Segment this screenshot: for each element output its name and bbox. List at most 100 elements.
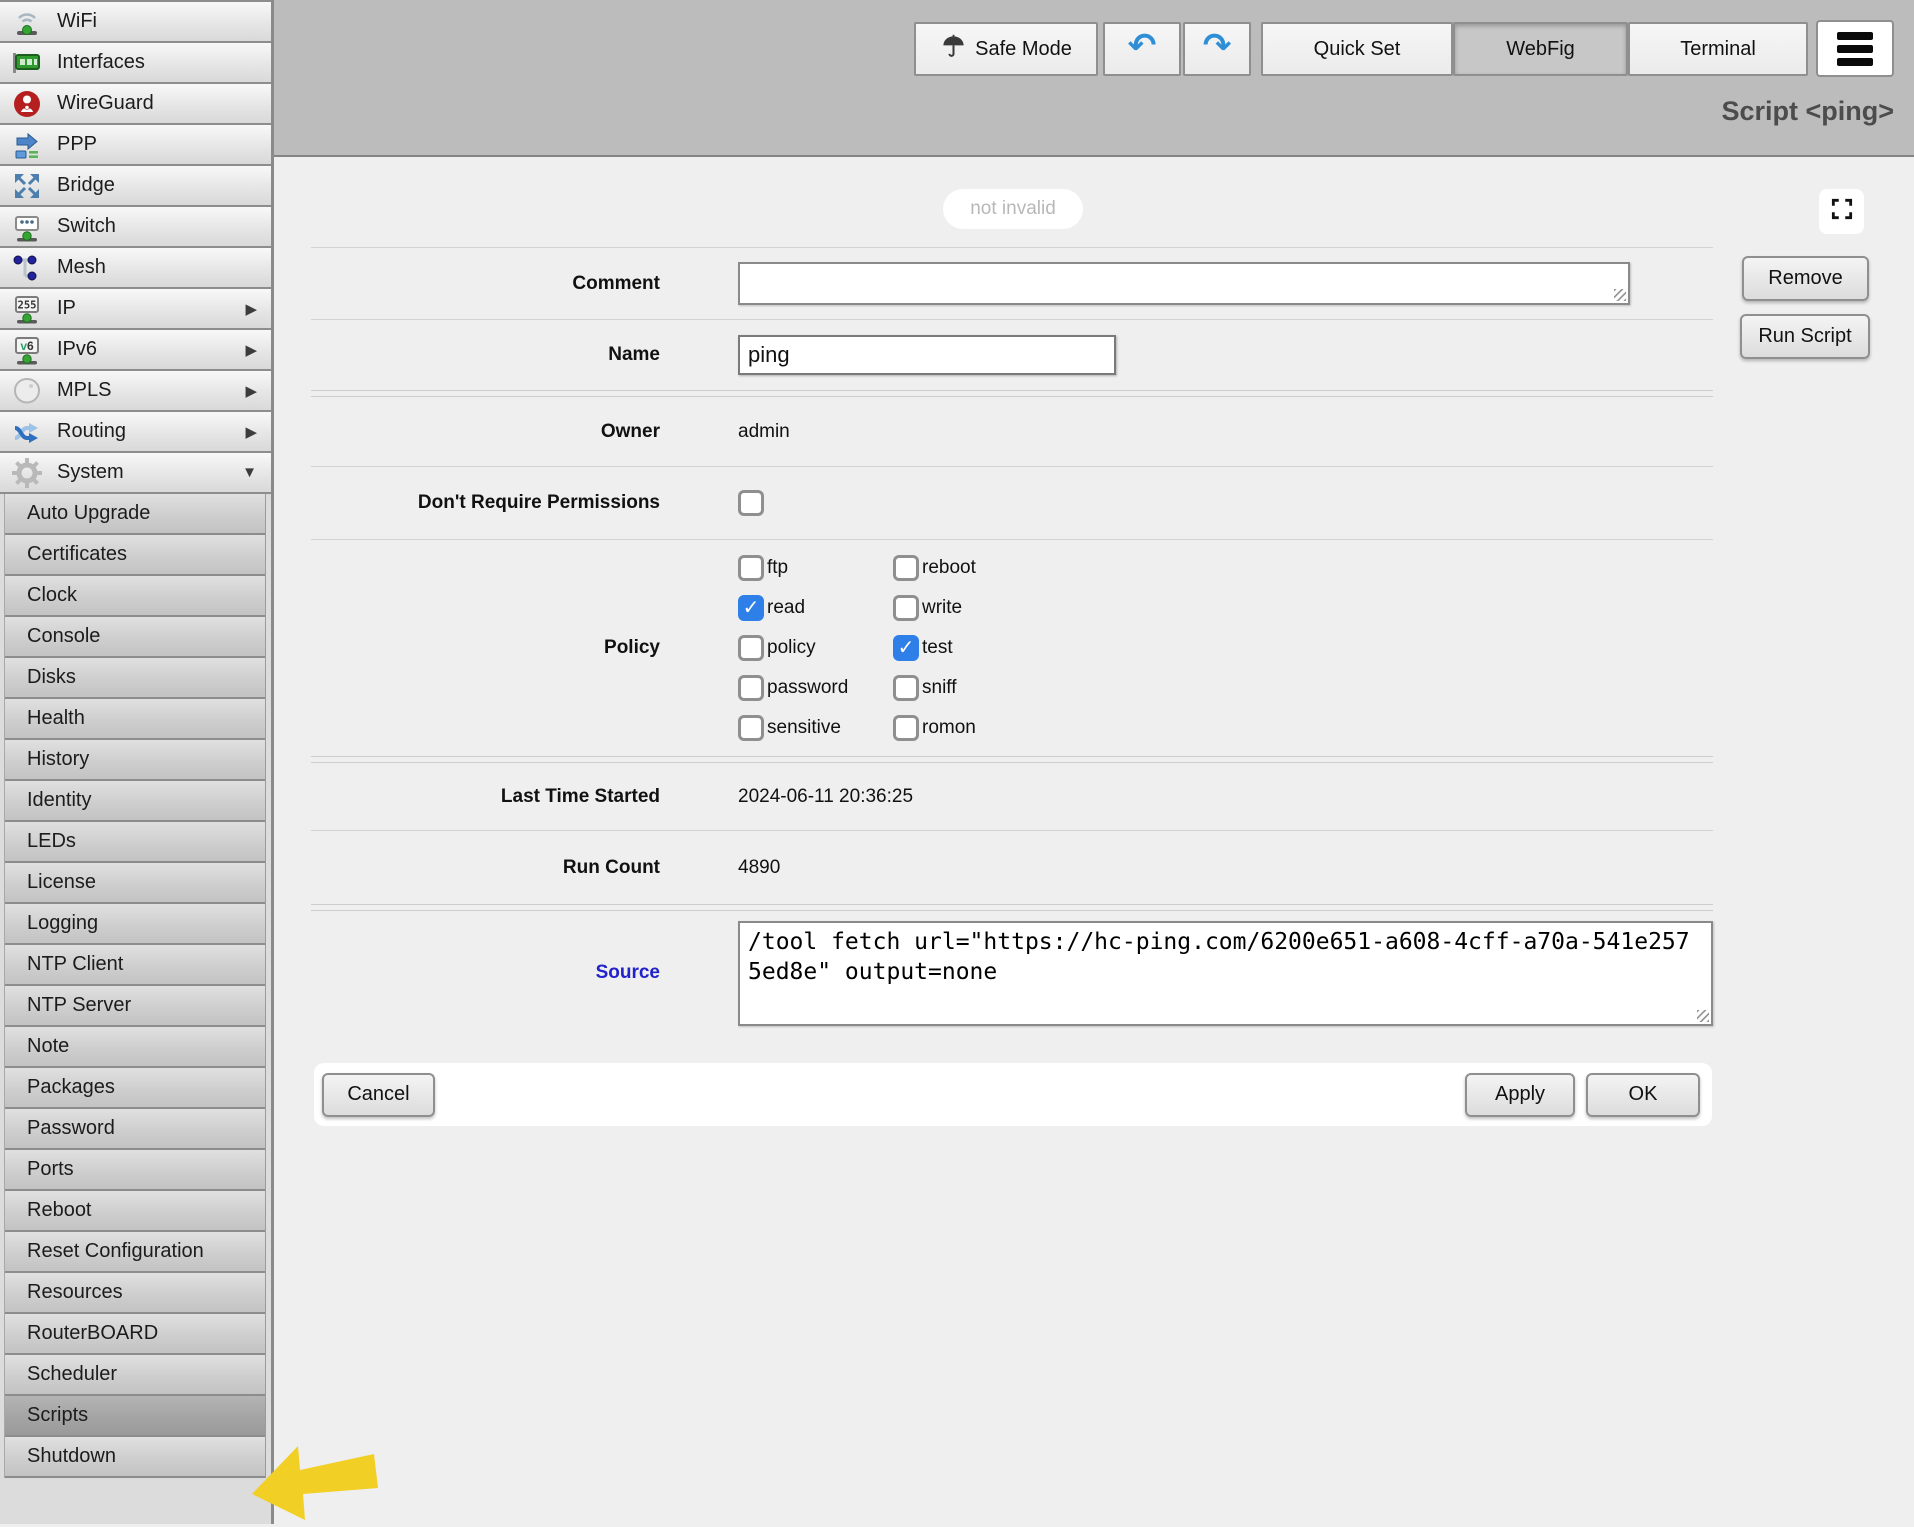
comment-input[interactable] <box>738 262 1630 305</box>
run-script-button[interactable]: Run Script <box>1740 314 1870 359</box>
sidebar-item-wifi[interactable]: WiFi <box>0 2 271 43</box>
policy-checkbox-romon[interactable] <box>893 715 919 741</box>
sidebar-item-system[interactable]: System▼ <box>0 453 271 494</box>
svg-text:v6: v6 <box>20 339 34 353</box>
sidebar-item-routing[interactable]: Routing▶ <box>0 412 271 453</box>
sidebar-subitem-clock[interactable]: Clock <box>5 576 265 617</box>
policy-checkbox-ftp[interactable] <box>738 555 764 581</box>
name-input[interactable] <box>738 335 1116 375</box>
apply-button[interactable]: Apply <box>1465 1073 1575 1117</box>
sidebar-subitem-ports[interactable]: Ports <box>5 1150 265 1191</box>
policy-checkbox-label: sniff <box>922 677 957 699</box>
policy-option-ftp: ftp <box>738 555 893 581</box>
policy-checkbox-sniff[interactable] <box>893 675 919 701</box>
policy-checkbox-read[interactable]: ✓ <box>738 595 764 621</box>
last-time-started-label: Last Time Started <box>311 786 660 808</box>
sidebar-subitem-console[interactable]: Console <box>5 617 265 658</box>
tab-webfig[interactable]: WebFig <box>1453 22 1628 76</box>
policy-checkbox-label: sensitive <box>767 717 841 739</box>
sidebar-item-ipv6[interactable]: v6IPv6▶ <box>0 330 271 371</box>
svg-text:255: 255 <box>18 300 37 312</box>
sidebar-subitem-history[interactable]: History <box>5 740 265 781</box>
sidebar-subitem-scheduler[interactable]: Scheduler <box>5 1355 265 1396</box>
policy-checkbox-label: write <box>922 597 962 619</box>
sidebar-subitem-note[interactable]: Note <box>5 1027 265 1068</box>
policy-option-policy: policy <box>738 635 893 661</box>
page-title: Script <ping> <box>1721 96 1894 127</box>
script-form: Comment Name Owner admin Don't Require P… <box>311 247 1713 1035</box>
sidebar-subitem-routerboard[interactable]: RouterBOARD <box>5 1314 265 1355</box>
sidebar-subitem-health[interactable]: Health <box>5 699 265 740</box>
policy-checkbox-write[interactable] <box>893 595 919 621</box>
sidebar-subitem-reboot[interactable]: Reboot <box>5 1191 265 1232</box>
owner-value: admin <box>738 421 790 443</box>
policy-checkbox-policy[interactable] <box>738 635 764 661</box>
ipv6-icon: v6 <box>8 331 46 369</box>
source-input[interactable]: /tool fetch url="https://hc-ping.com/620… <box>738 921 1713 1026</box>
run-count-value: 4890 <box>738 857 780 879</box>
source-row: Source /tool fetch url="https://hc-ping.… <box>311 911 1713 1035</box>
policy-checkbox-sensitive[interactable] <box>738 715 764 741</box>
fullscreen-icon <box>1829 196 1855 227</box>
sidebar-item-ppp[interactable]: PPP <box>0 125 271 166</box>
sidebar-item-ip[interactable]: 255IP▶ <box>0 289 271 330</box>
sidebar-subitem-license[interactable]: License <box>5 863 265 904</box>
sidebar-item-wireguard[interactable]: WireGuard <box>0 84 271 125</box>
policy-option-romon: romon <box>893 715 976 741</box>
sidebar-item-bridge[interactable]: Bridge <box>0 166 271 207</box>
sidebar-subitem-password[interactable]: Password <box>5 1109 265 1150</box>
sidebar-subitem-reset-configuration[interactable]: Reset Configuration <box>5 1232 265 1273</box>
ok-button[interactable]: OK <box>1586 1073 1700 1117</box>
policy-checkbox-reboot[interactable] <box>893 555 919 581</box>
dialog-button-bar: Cancel Apply OK <box>314 1063 1712 1126</box>
sidebar-item-switch[interactable]: Switch <box>0 207 271 248</box>
policy-column-2: rebootwrite✓testsniffromon <box>893 555 976 741</box>
sidebar-subitem-resources[interactable]: Resources <box>5 1273 265 1314</box>
undo-button[interactable]: ↶ <box>1103 22 1181 76</box>
sidebar-subitem-logging[interactable]: Logging <box>5 904 265 945</box>
sidebar: WiFi InterfacesWireGuardPPP Bridge Switch Me… <box>0 0 274 1524</box>
sidebar-item-label: WiFi <box>57 10 97 33</box>
sidebar-subitem-auto-upgrade[interactable]: Auto Upgrade <box>5 494 265 535</box>
dont-require-permissions-checkbox[interactable] <box>738 490 764 516</box>
source-label[interactable]: Source <box>311 962 660 984</box>
sidebar-subitem-packages[interactable]: Packages <box>5 1068 265 1109</box>
sidebar-item-label: Bridge <box>57 174 115 197</box>
sidebar-item-mesh[interactable]: Mesh <box>0 248 271 289</box>
sidebar-item-mpls[interactable]: MPLS▶ <box>0 371 271 412</box>
sidebar-subitem-leds[interactable]: LEDs <box>5 822 265 863</box>
menu-button[interactable] <box>1816 20 1894 77</box>
sidebar-item-label: IP <box>57 297 76 320</box>
policy-checkbox-test[interactable]: ✓ <box>893 635 919 661</box>
sidebar-subitem-identity[interactable]: Identity <box>5 781 265 822</box>
main-content: not invalid Remove Run Script Comment Na… <box>274 159 1914 1524</box>
safe-mode-label: Safe Mode <box>975 38 1072 61</box>
safe-mode-button[interactable]: Safe Mode <box>914 22 1098 76</box>
sidebar-subitem-scripts[interactable]: Scripts <box>5 1396 265 1437</box>
ip-icon: 255 <box>8 290 46 328</box>
policy-checkbox-label: ftp <box>767 557 788 579</box>
sidebar-subitem-ntp-client[interactable]: NTP Client <box>5 945 265 986</box>
sidebar-subitem-ntp-server[interactable]: NTP Server <box>5 986 265 1027</box>
sidebar-item-interfaces[interactable]: Interfaces <box>0 43 271 84</box>
redo-button[interactable]: ↷ <box>1183 22 1251 76</box>
policy-checkbox-password[interactable] <box>738 675 764 701</box>
policy-option-sniff: sniff <box>893 675 976 701</box>
policy-column-1: ftp✓readpolicypasswordsensitive <box>738 555 893 741</box>
webfig-label: WebFig <box>1506 38 1575 61</box>
sidebar-subitem-shutdown[interactable]: Shutdown <box>5 1437 265 1478</box>
remove-button[interactable]: Remove <box>1742 256 1869 301</box>
tab-quick-set[interactable]: Quick Set <box>1261 22 1453 76</box>
policy-checkbox-label: read <box>767 597 805 619</box>
policy-grid: ftp✓readpolicypasswordsensitive rebootwr… <box>738 555 976 741</box>
cancel-button[interactable]: Cancel <box>322 1073 435 1117</box>
sidebar-item-label: Mesh <box>57 256 106 279</box>
last-time-started-row: Last Time Started 2024-06-11 20:36:25 <box>311 763 1713 830</box>
sidebar-system-submenu: Auto UpgradeCertificatesClockConsoleDisk… <box>4 494 266 1478</box>
interfaces-icon <box>8 44 46 82</box>
fullscreen-button[interactable] <box>1819 189 1864 234</box>
dont-require-permissions-label: Don't Require Permissions <box>311 492 660 514</box>
tab-terminal[interactable]: Terminal <box>1628 22 1808 76</box>
sidebar-subitem-certificates[interactable]: Certificates <box>5 535 265 576</box>
sidebar-subitem-disks[interactable]: Disks <box>5 658 265 699</box>
